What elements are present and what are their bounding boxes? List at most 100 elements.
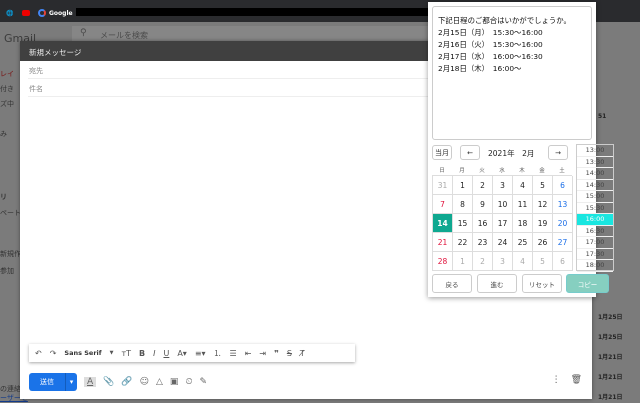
prev-month-button[interactable]: ← bbox=[460, 145, 480, 160]
underline-icon[interactable]: U bbox=[163, 349, 169, 358]
sidebar-item[interactable]: み bbox=[0, 129, 7, 139]
time-option[interactable]: 14:30 bbox=[577, 180, 613, 191]
calendar-day[interactable]: 16 bbox=[473, 214, 493, 233]
signature-icon[interactable]: ✎ bbox=[199, 377, 207, 387]
calendar-day[interactable]: 2 bbox=[473, 252, 493, 271]
font-size-icon[interactable]: тT bbox=[121, 349, 131, 358]
calendar-day[interactable]: 18 bbox=[513, 214, 533, 233]
sidebar-item[interactable]: 参加 bbox=[0, 266, 14, 276]
mail-date: 1月25日 bbox=[598, 334, 623, 341]
calendar-day[interactable]: 15 bbox=[453, 214, 473, 233]
calendar-day[interactable]: 31 bbox=[433, 176, 453, 195]
calendar-day[interactable]: 1 bbox=[453, 252, 473, 271]
calendar-day[interactable]: 6 bbox=[553, 176, 573, 195]
trash-icon[interactable]: 🗑 bbox=[571, 375, 582, 385]
calendar-day[interactable]: 26 bbox=[533, 233, 553, 252]
search-input[interactable]: ⚲ メールを検索 bbox=[72, 26, 432, 42]
calendar-day[interactable]: 10 bbox=[493, 195, 513, 214]
sidebar-item[interactable]: 新規作 bbox=[0, 249, 21, 259]
time-option[interactable]: 14:00 bbox=[577, 168, 613, 180]
indent-less-icon[interactable]: ⇤ bbox=[245, 349, 252, 358]
calendar-day[interactable]: 27 bbox=[553, 233, 573, 252]
align-icon[interactable]: ≡▾ bbox=[195, 349, 206, 358]
calendar-day[interactable]: 28 bbox=[433, 252, 453, 271]
calendar-day[interactable]: 13 bbox=[553, 195, 573, 214]
emoji-icon[interactable]: ☺ bbox=[140, 377, 149, 387]
copy-button[interactable]: コピー bbox=[566, 274, 609, 293]
calendar-day[interactable]: 4 bbox=[513, 252, 533, 271]
calendar-day[interactable]: 4 bbox=[513, 176, 533, 195]
time-option[interactable]: 15:00 bbox=[577, 191, 613, 203]
calendar-day[interactable]: 8 bbox=[453, 195, 473, 214]
time-option[interactable]: 16:00 bbox=[577, 214, 613, 226]
calendar-day[interactable]: 17 bbox=[493, 214, 513, 233]
next-month-button[interactable]: → bbox=[548, 145, 568, 160]
font-select[interactable]: Sans Serif bbox=[64, 349, 101, 357]
calendar-day[interactable]: 5 bbox=[533, 176, 553, 195]
time-option[interactable]: 17:30 bbox=[577, 249, 613, 260]
sidebar-item[interactable]: ズ中 bbox=[0, 99, 14, 109]
clear-format-icon[interactable]: T̸ bbox=[300, 349, 305, 358]
redo-icon[interactable]: ↷ bbox=[50, 349, 57, 358]
numbered-list-icon[interactable]: ⒈ bbox=[214, 348, 222, 359]
time-list[interactable]: 13:00 13:30 14:00 14:30 15:00 15:30 16:00 16:30… bbox=[576, 144, 614, 272]
send-options-icon[interactable]: ▾ bbox=[65, 373, 77, 391]
format-options-icon[interactable]: A bbox=[84, 377, 97, 387]
bold-icon[interactable]: B bbox=[139, 349, 145, 358]
calendar-day[interactable]: 24 bbox=[493, 233, 513, 252]
calendar-day[interactable]: 14 bbox=[433, 214, 453, 233]
photo-icon[interactable]: ▣ bbox=[170, 377, 179, 387]
time-option[interactable]: 18:00 bbox=[577, 260, 613, 272]
sidebar-item[interactable]: リ bbox=[0, 192, 7, 202]
quote-icon[interactable]: ❞ bbox=[274, 349, 279, 358]
calendar-day[interactable]: 5 bbox=[533, 252, 553, 271]
calendar-day[interactable]: 11 bbox=[513, 195, 533, 214]
calendar-day[interactable]: 3 bbox=[493, 252, 513, 271]
calendar-day[interactable]: 2 bbox=[473, 176, 493, 195]
back-button[interactable]: 戻る bbox=[432, 274, 472, 293]
time-option[interactable]: 13:30 bbox=[577, 157, 613, 168]
calendar-day[interactable]: 21 bbox=[433, 233, 453, 252]
time-option[interactable]: 16:30 bbox=[577, 226, 613, 237]
address-bar[interactable] bbox=[76, 8, 436, 16]
time-option[interactable]: 13:00 bbox=[577, 145, 613, 157]
schedule-textarea[interactable]: 下記日程のご都合はいかがでしょうか。 2月15日（月） 15:30〜16:00 … bbox=[432, 6, 592, 140]
drive-icon[interactable]: △ bbox=[156, 377, 163, 387]
current-month-button[interactable]: 当月 bbox=[432, 145, 452, 160]
undo-icon[interactable]: ↶ bbox=[35, 349, 42, 358]
calendar-day[interactable]: 20 bbox=[553, 214, 573, 233]
more-options-icon[interactable]: ⋮ bbox=[552, 375, 561, 385]
calendar-day[interactable]: 6 bbox=[553, 252, 573, 271]
weekday-label: 月 bbox=[459, 168, 465, 174]
sidebar-item[interactable]: 付き bbox=[0, 84, 14, 94]
reset-button[interactable]: リセット bbox=[522, 274, 562, 293]
send-button[interactable]: 送信 ▾ bbox=[29, 373, 77, 391]
youtube-icon[interactable] bbox=[22, 8, 30, 18]
bookmark-google[interactable]: Google bbox=[38, 8, 73, 18]
sidebar-item[interactable]: レイ bbox=[0, 69, 14, 79]
calendar-day[interactable]: 25 bbox=[513, 233, 533, 252]
confidential-icon[interactable]: ⏲ bbox=[185, 377, 192, 387]
indent-more-icon[interactable]: ⇥ bbox=[259, 349, 266, 358]
calendar-day[interactable]: 12 bbox=[533, 195, 553, 214]
text-color-icon[interactable]: A▾ bbox=[177, 349, 187, 358]
calendar-day[interactable]: 23 bbox=[473, 233, 493, 252]
italic-icon[interactable]: I bbox=[153, 349, 155, 358]
time-option[interactable]: 15:30 bbox=[577, 203, 613, 214]
bulleted-list-icon[interactable]: ☰ bbox=[230, 349, 237, 358]
chevron-down-icon[interactable]: ▼ bbox=[110, 350, 114, 356]
attach-icon[interactable]: 📎 bbox=[103, 377, 114, 387]
calendar-day[interactable]: 3 bbox=[493, 176, 513, 195]
link-icon[interactable]: 🔗 bbox=[121, 377, 132, 387]
sidebar-item[interactable]: ペート bbox=[0, 208, 21, 218]
globe-icon[interactable]: 🌐 bbox=[6, 8, 13, 18]
calendar-day[interactable]: 9 bbox=[473, 195, 493, 214]
strikethrough-icon[interactable]: S bbox=[287, 349, 292, 358]
calendar-day[interactable]: 19 bbox=[533, 214, 553, 233]
time-option[interactable]: 17:00 bbox=[577, 237, 613, 249]
forward-button[interactable]: 進む bbox=[477, 274, 517, 293]
calendar-day[interactable]: 7 bbox=[433, 195, 453, 214]
calendar-day[interactable]: 22 bbox=[453, 233, 473, 252]
calendar-day[interactable]: 1 bbox=[453, 176, 473, 195]
google-icon bbox=[38, 9, 46, 17]
